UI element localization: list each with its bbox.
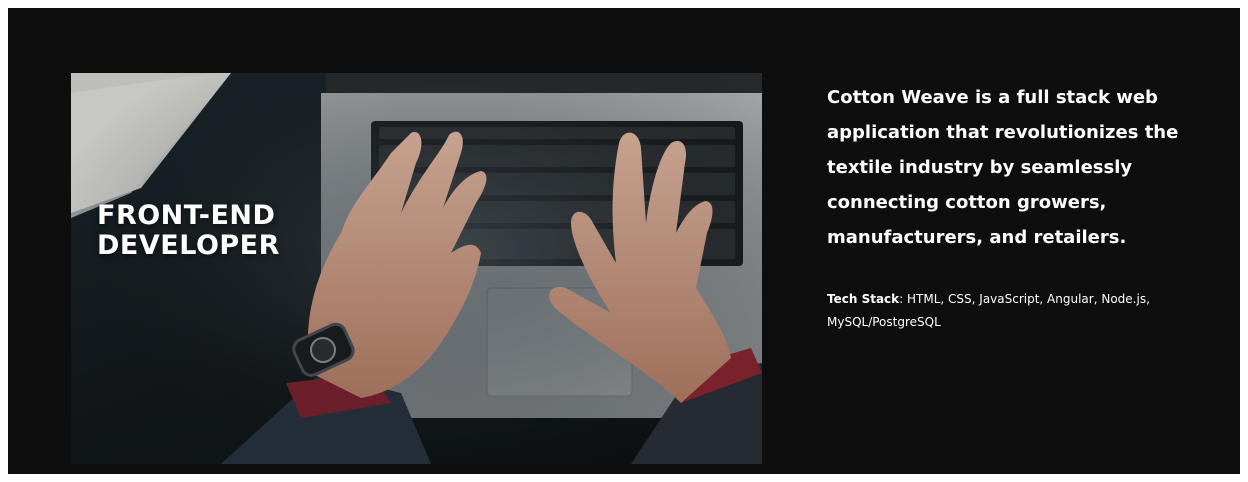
project-image: FRONT-END DEVELOPER (71, 73, 762, 464)
project-description: Cotton Weave is a full stack web applica… (827, 87, 1179, 248)
laptop-typing-illustration (71, 73, 762, 464)
tech-stack: Tech Stack: HTML, CSS, JavaScript, Angul… (827, 288, 1187, 334)
tech-stack-separator: : (899, 292, 904, 306)
image-heading-line-2: DEVELOPER (97, 230, 280, 261)
tech-stack-label: Tech Stack (827, 292, 900, 306)
project-section: FRONT-END DEVELOPER Cotton Weave is a fu… (8, 8, 1240, 474)
image-heading: FRONT-END DEVELOPER (97, 201, 280, 261)
image-heading-line-1: FRONT-END (97, 200, 276, 231)
